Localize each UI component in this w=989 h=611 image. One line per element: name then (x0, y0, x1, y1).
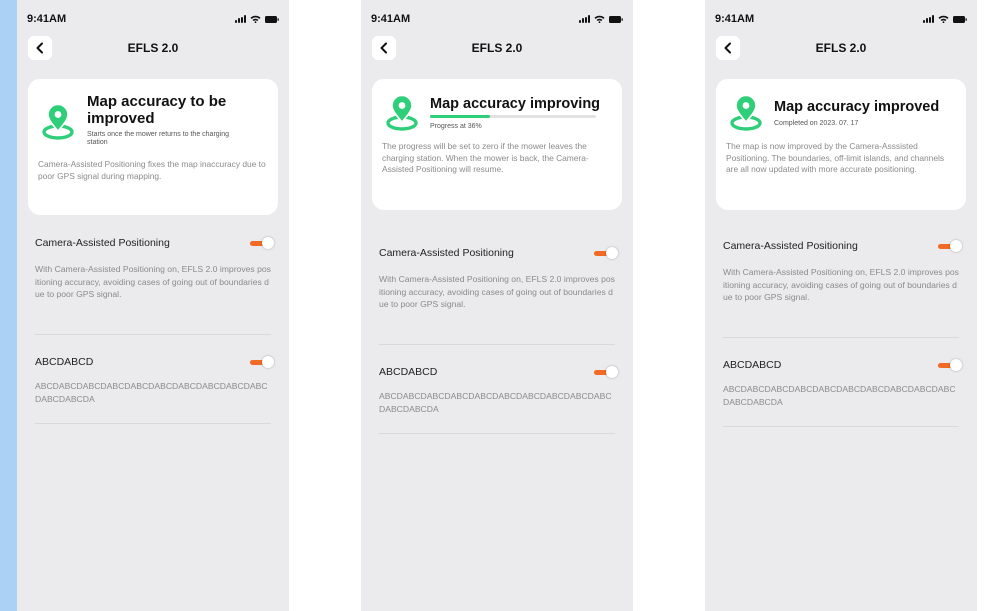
progress-label: Progress at 36% (430, 123, 482, 130)
cellular-signal-icon (579, 15, 590, 23)
status-time: 9:41AM (715, 13, 755, 25)
progress-bar (430, 115, 596, 118)
card-title: Map accuracy improved (774, 99, 940, 115)
divider (35, 334, 271, 335)
status-card: Map accuracy improved Completed on 2023.… (716, 79, 966, 210)
left-edge-strip (0, 0, 17, 611)
status-icons (235, 15, 279, 23)
navigation-bar: EFLS 2.0 (17, 36, 289, 60)
page-title: EFLS 2.0 (471, 41, 523, 55)
setting-camera-assisted-positioning: Camera-Assisted Positioning With Camera-… (379, 247, 618, 309)
camera-positioning-toggle[interactable] (250, 237, 274, 249)
abcdabcd-toggle[interactable] (594, 366, 618, 378)
status-card: Map accuracy improving Progress at 36% T… (372, 79, 622, 210)
setting-description: With Camera-Assisted Positioning on, EFL… (379, 274, 615, 309)
setting-description: ABCDABCDABCDABCDABCDABCDABCDABCDABCDABCD… (35, 381, 268, 404)
phone-screen-improved: 9:41AM EFLS 2.0 Map accuracy improved Co… (705, 0, 977, 611)
toggle-knob (262, 237, 274, 249)
cellular-signal-icon (235, 15, 246, 23)
setting-description: ABCDABCDABCDABCDABCDABCDABCDABCDABCDABCD… (379, 391, 612, 414)
phone-screen-to-be-improved: 9:41AM EFLS 2.0 Map accuracy to be impro… (17, 0, 289, 611)
page-title: EFLS 2.0 (815, 41, 867, 55)
toggle-knob (606, 247, 618, 259)
status-bar: 9:41AM (371, 12, 623, 26)
map-pin-icon (730, 95, 762, 131)
status-time: 9:41AM (27, 13, 67, 25)
map-pin-icon (42, 104, 74, 140)
setting-title: ABCDABCD (379, 366, 438, 378)
battery-icon (265, 15, 279, 23)
card-title: Map accuracy improving (430, 96, 601, 112)
setting-camera-assisted-positioning: Camera-Assisted Positioning With Camera-… (35, 237, 274, 299)
navigation-bar: EFLS 2.0 (705, 36, 977, 60)
card-description: Camera-Assisted Positioning fixes the ma… (38, 159, 266, 181)
wifi-icon (250, 15, 261, 23)
wifi-icon (938, 15, 949, 23)
setting-camera-assisted-positioning: Camera-Assisted Positioning With Camera-… (723, 240, 962, 302)
status-icons (579, 15, 623, 23)
setting-abcdabcd: ABCDABCD ABCDABCDABCDABCDABCDABCDABCDABC… (723, 359, 962, 407)
camera-positioning-toggle[interactable] (938, 240, 962, 252)
navigation-bar: EFLS 2.0 (361, 36, 633, 60)
divider (723, 426, 959, 427)
divider (723, 337, 959, 338)
status-bar: 9:41AM (715, 12, 967, 26)
abcdabcd-toggle[interactable] (250, 356, 274, 368)
toggle-knob (606, 366, 618, 378)
setting-title: Camera-Assisted Positioning (723, 240, 858, 252)
setting-title: Camera-Assisted Positioning (35, 237, 170, 249)
battery-icon (953, 15, 967, 23)
divider (379, 433, 615, 434)
setting-title: ABCDABCD (723, 359, 782, 371)
status-time: 9:41AM (371, 13, 411, 25)
status-card: Map accuracy to be improved Starts once … (28, 79, 278, 215)
status-bar: 9:41AM (27, 12, 279, 26)
setting-description: ABCDABCDABCDABCDABCDABCDABCDABCDABCDABCD… (723, 384, 956, 407)
divider (35, 423, 271, 424)
status-icons (923, 15, 967, 23)
setting-title: ABCDABCD (35, 356, 94, 368)
phone-screen-improving: 9:41AM EFLS 2.0 Map accuracy improving P… (361, 0, 633, 611)
completed-date: Completed on 2023. 07. 17 (774, 120, 859, 127)
toggle-knob (950, 240, 962, 252)
card-description: The progress will be set to zero if the … (382, 141, 589, 174)
wifi-icon (594, 15, 605, 23)
card-title: Map accuracy to be improved (87, 93, 227, 127)
toggle-knob (950, 359, 962, 371)
setting-description: With Camera-Assisted Positioning on, EFL… (35, 264, 271, 299)
map-pin-icon (386, 95, 418, 131)
card-subtitle: Starts once the mower returns to the cha… (87, 131, 230, 146)
setting-abcdabcd: ABCDABCD ABCDABCDABCDABCDABCDABCDABCDABC… (379, 366, 618, 414)
page-title: EFLS 2.0 (127, 41, 179, 55)
toggle-knob (262, 356, 274, 368)
divider (379, 344, 615, 345)
setting-description: With Camera-Assisted Positioning on, EFL… (723, 267, 959, 302)
battery-icon (609, 15, 623, 23)
setting-abcdabcd: ABCDABCD ABCDABCDABCDABCDABCDABCDABCDABC… (35, 356, 274, 404)
progress-fill (430, 115, 490, 118)
setting-title: Camera-Assisted Positioning (379, 247, 514, 259)
card-description: The map is now improved by the Camera-As… (726, 141, 945, 174)
cellular-signal-icon (923, 15, 934, 23)
camera-positioning-toggle[interactable] (594, 247, 618, 259)
abcdabcd-toggle[interactable] (938, 359, 962, 371)
